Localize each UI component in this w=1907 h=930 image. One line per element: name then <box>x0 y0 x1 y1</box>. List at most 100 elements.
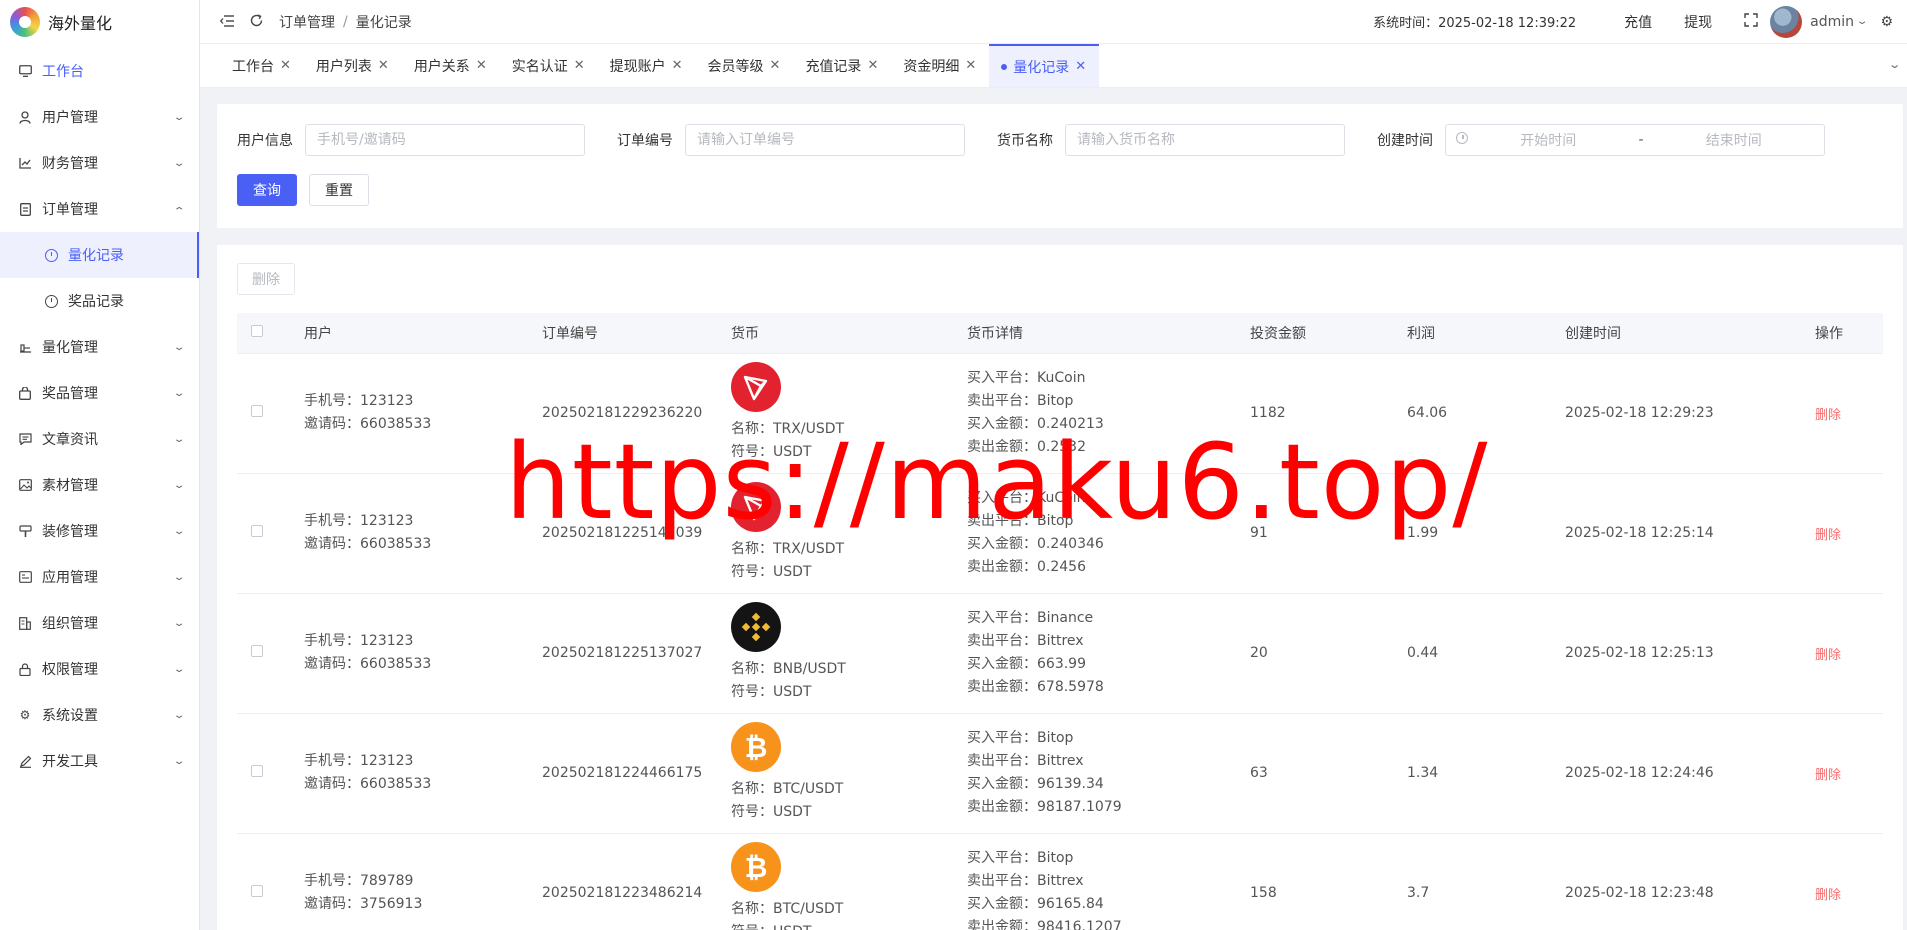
sidebar-item-articles[interactable]: 文章资讯 ⌄ <box>0 416 199 462</box>
order-no-input[interactable] <box>685 124 965 156</box>
sidebar-item-materials[interactable]: 素材管理 ⌄ <box>0 462 199 508</box>
sidebar-item-orders[interactable]: 订单管理 ⌄ <box>0 186 199 232</box>
row-checkbox[interactable] <box>251 645 263 657</box>
sidebar-item-quant-records[interactable]: 量化记录 <box>0 232 199 278</box>
sidebar-item-devtools[interactable]: 开发工具 ⌄ <box>0 738 199 784</box>
close-icon[interactable]: ✕ <box>280 58 291 73</box>
close-icon[interactable]: ✕ <box>1075 59 1086 74</box>
column-header: 创建时间 <box>1565 313 1815 354</box>
user-invite-code: 邀请码：66038533 <box>304 536 432 552</box>
close-icon[interactable]: ✕ <box>965 58 976 73</box>
buy-platform: 买入平台：Bitop <box>967 730 1074 746</box>
tab-withdraw-accounts[interactable]: 提现账户 ✕ <box>598 44 696 87</box>
coin-name: 名称：BNB/USDT <box>731 661 846 677</box>
start-time-input[interactable]: 开始时间 <box>1468 130 1628 150</box>
coin-symbol: 符号：USDT <box>731 804 812 820</box>
date-range-picker[interactable]: 开始时间 - 结束时间 <box>1445 124 1825 156</box>
create-time-label: 创建时间 <box>1377 133 1433 149</box>
delete-row-link[interactable]: 删除 <box>1815 648 1841 663</box>
message-icon <box>18 432 32 446</box>
row-checkbox[interactable] <box>251 765 263 777</box>
tab-fund-details[interactable]: 资金明细 ✕ <box>891 44 989 87</box>
coin-name: 名称：BTC/USDT <box>731 901 844 917</box>
user-phone: 手机号：123123 <box>304 753 414 769</box>
sell-platform: 卖出平台：Bitop <box>967 513 1074 529</box>
tab-workbench[interactable]: 工作台 ✕ <box>220 44 304 87</box>
tab-real-name[interactable]: 实名认证 ✕ <box>500 44 598 87</box>
monitor-icon <box>18 64 32 78</box>
user-info-input[interactable] <box>305 124 585 156</box>
query-button[interactable]: 查询 <box>237 174 297 206</box>
tab-recharge-records[interactable]: 充值记录 ✕ <box>793 44 891 87</box>
buy-amount: 买入金额：0.240213 <box>967 416 1104 432</box>
tab-user-list[interactable]: 用户列表 ✕ <box>304 44 402 87</box>
sidebar-item-quant-manage[interactable]: 量化管理 ⌄ <box>0 324 199 370</box>
breadcrumb-item[interactable]: 订单管理 <box>279 12 335 32</box>
refresh-icon[interactable] <box>250 13 263 31</box>
app-icon <box>18 570 32 584</box>
row-checkbox[interactable] <box>251 405 263 417</box>
sidebar-item-prize-records[interactable]: 奖品记录 <box>0 278 199 324</box>
tab-quant-records[interactable]: 量化记录 ✕ <box>989 44 1100 87</box>
logo: 海外量化 <box>0 0 199 44</box>
recharge-link[interactable]: 充值 <box>1624 12 1652 32</box>
coin-name-input[interactable] <box>1065 124 1345 156</box>
sidebar-item-users[interactable]: 用户管理 ⌄ <box>0 94 199 140</box>
close-icon[interactable]: ✕ <box>672 58 683 73</box>
bag-icon <box>18 386 32 400</box>
chevron-down-icon: ⌄ <box>172 755 186 767</box>
sidebar-item-workbench[interactable]: 工作台 <box>0 48 199 94</box>
delete-row-link[interactable]: 删除 <box>1815 768 1841 783</box>
close-icon[interactable]: ✕ <box>476 58 487 73</box>
coin-symbol: 符号：USDT <box>731 444 812 460</box>
sidebar-item-finance[interactable]: 财务管理 ⌄ <box>0 140 199 186</box>
withdraw-link[interactable]: 提现 <box>1684 12 1712 32</box>
sidebar: 海外量化 工作台 用户管理 ⌄ 财务管理 ⌄ 订单管理 ⌄ 量化记录 奖品记录 … <box>0 0 200 930</box>
delete-row-link[interactable]: 删除 <box>1815 888 1841 903</box>
fullscreen-icon[interactable] <box>1744 12 1758 31</box>
chevron-down-icon: ⌄ <box>172 617 186 629</box>
gear-icon[interactable]: ⚙ <box>1880 14 1893 30</box>
sidebar-item-prize-manage[interactable]: 奖品管理 ⌄ <box>0 370 199 416</box>
user-name[interactable]: admin <box>1810 14 1854 30</box>
delete-row-link[interactable]: 删除 <box>1815 408 1841 423</box>
sidebar-item-permissions[interactable]: 权限管理 ⌄ <box>0 646 199 692</box>
active-dot-icon <box>1001 63 1008 70</box>
sidebar-item-label: 开发工具 <box>42 754 98 770</box>
batch-delete-button[interactable]: 删除 <box>237 263 295 295</box>
table-row: 手机号：123123 邀请码：66038533 20250218122446617… <box>237 713 1883 834</box>
tab-label: 量化记录 <box>1013 59 1070 76</box>
chevron-down-icon[interactable]: ⌄ <box>1887 58 1901 71</box>
sidebar-item-organization[interactable]: 组织管理 ⌄ <box>0 600 199 646</box>
table-row: 手机号：123123 邀请码：66038533 20250218122923622… <box>237 353 1883 474</box>
order-no-label: 订单编号 <box>617 133 673 149</box>
top-header: 订单管理 / 量化记录 系统时间：2025-02-18 12:39:22 充值 … <box>200 0 1907 44</box>
sell-amount: 卖出金额：678.5978 <box>967 679 1104 695</box>
tron-icon <box>731 482 781 532</box>
select-all-checkbox[interactable] <box>251 324 263 337</box>
table-row: 手机号：123123 邀请码：66038533 20250218122513702… <box>237 593 1883 714</box>
row-checkbox[interactable] <box>251 885 263 897</box>
end-time-input[interactable]: 结束时间 <box>1654 130 1814 150</box>
coin-name: 名称：TRX/USDT <box>731 541 845 557</box>
profit: 3.7 <box>1407 833 1565 930</box>
sidebar-item-decoration[interactable]: 装修管理 ⌄ <box>0 508 199 554</box>
tab-user-relations[interactable]: 用户关系 ✕ <box>402 44 500 87</box>
close-icon[interactable]: ✕ <box>867 58 878 73</box>
coin-symbol: 符号：USDT <box>731 684 812 700</box>
avatar[interactable] <box>1770 5 1803 38</box>
close-icon[interactable]: ✕ <box>770 58 781 73</box>
sidebar-item-label: 文章资讯 <box>42 432 98 448</box>
sidebar-item-apps[interactable]: 应用管理 ⌄ <box>0 554 199 600</box>
reset-button[interactable]: 重置 <box>309 174 369 206</box>
close-icon[interactable]: ✕ <box>574 58 585 73</box>
delete-row-link[interactable]: 删除 <box>1815 528 1841 543</box>
menu-fold-icon[interactable] <box>219 13 234 31</box>
sidebar-item-settings[interactable]: ⚙ 系统设置 ⌄ <box>0 692 199 738</box>
tab-member-levels[interactable]: 会员等级 ✕ <box>696 44 794 87</box>
row-checkbox[interactable] <box>251 525 263 537</box>
chevron-down-icon: ⌄ <box>172 525 186 537</box>
close-icon[interactable]: ✕ <box>378 58 389 73</box>
chevron-down-icon[interactable]: ⌄ <box>1856 16 1869 27</box>
sidebar-item-label: 素材管理 <box>42 478 98 494</box>
